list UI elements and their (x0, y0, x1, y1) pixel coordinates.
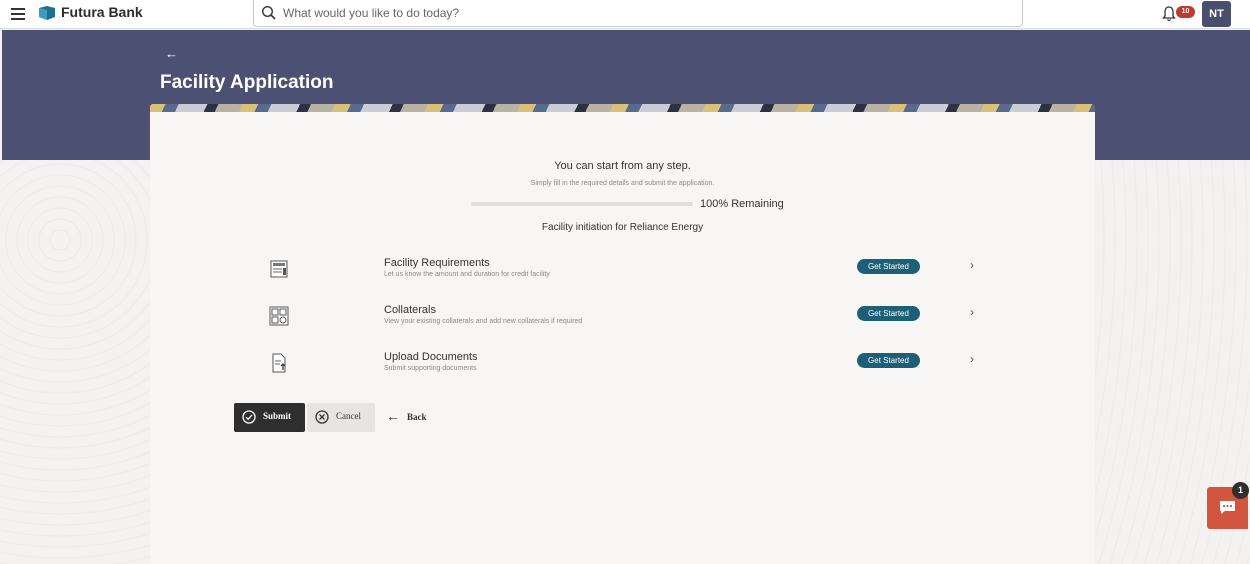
chevron-right-icon[interactable]: › (970, 305, 974, 319)
initiation-text: Facility initiation for Reliance Energy (541, 222, 704, 233)
get-started-button[interactable]: Get Started (857, 259, 920, 274)
step-description: Submit supporting documents (384, 365, 477, 372)
intro-subtitle: Simply fill in the required details and … (530, 180, 715, 187)
bank-logo-icon (39, 6, 55, 20)
chevron-right-icon[interactable]: › (970, 352, 974, 366)
chat-icon (1220, 501, 1235, 514)
chevron-right-icon[interactable]: › (970, 258, 974, 272)
step-facility-requirements[interactable]: Facility Requirements Let us know the am… (150, 256, 1095, 286)
step-description: View your existing collaterals and add n… (384, 318, 583, 325)
progress-label: 100% Remaining (700, 198, 784, 210)
search-bar[interactable] (253, 0, 1023, 27)
search-input[interactable] (283, 4, 983, 22)
step-title: Collaterals (384, 304, 436, 316)
submit-label: Submit (263, 411, 292, 421)
cancel-button[interactable]: Cancel (307, 403, 375, 432)
avatar[interactable]: NT (1202, 1, 1231, 27)
submit-button[interactable]: Submit (234, 403, 305, 432)
facility-document-icon (270, 260, 288, 278)
hamburger-menu-icon[interactable] (9, 5, 27, 23)
search-icon (261, 5, 276, 20)
upload-document-icon (272, 353, 286, 373)
application-card: You can start from any step. Simply fill… (150, 112, 1095, 564)
progress-bar (471, 202, 693, 206)
step-description: Let us know the amount and duration for … (384, 271, 550, 278)
bell-icon[interactable] (1161, 5, 1177, 23)
get-started-button[interactable]: Get Started (857, 306, 920, 321)
collateral-icon (269, 306, 289, 326)
back-button[interactable]: ← Back (385, 403, 435, 432)
page-title: Facility Application (160, 72, 334, 93)
arrow-left-icon[interactable]: ← (165, 46, 178, 61)
step-collaterals[interactable]: Collaterals View your existing collatera… (150, 303, 1095, 333)
back-label: Back (407, 412, 427, 422)
step-upload-documents[interactable]: Upload Documents Submit supporting docum… (150, 350, 1095, 380)
notification-badge[interactable]: 10 (1176, 6, 1195, 18)
step-title: Facility Requirements (384, 257, 490, 269)
brand-name[interactable]: Futura Bank (61, 4, 143, 20)
top-bar: Futura Bank 10 NT (0, 0, 1250, 29)
arrow-left-icon: ← (386, 408, 400, 424)
get-started-button[interactable]: Get Started (857, 353, 920, 368)
step-title: Upload Documents (384, 351, 478, 363)
intro-title: You can start from any step. (554, 160, 691, 172)
chat-badge[interactable]: 1 (1232, 482, 1249, 499)
check-circle-icon (242, 410, 256, 424)
cancel-label: Cancel (336, 411, 361, 421)
decorative-strip (150, 104, 1095, 112)
close-circle-icon (315, 410, 329, 424)
